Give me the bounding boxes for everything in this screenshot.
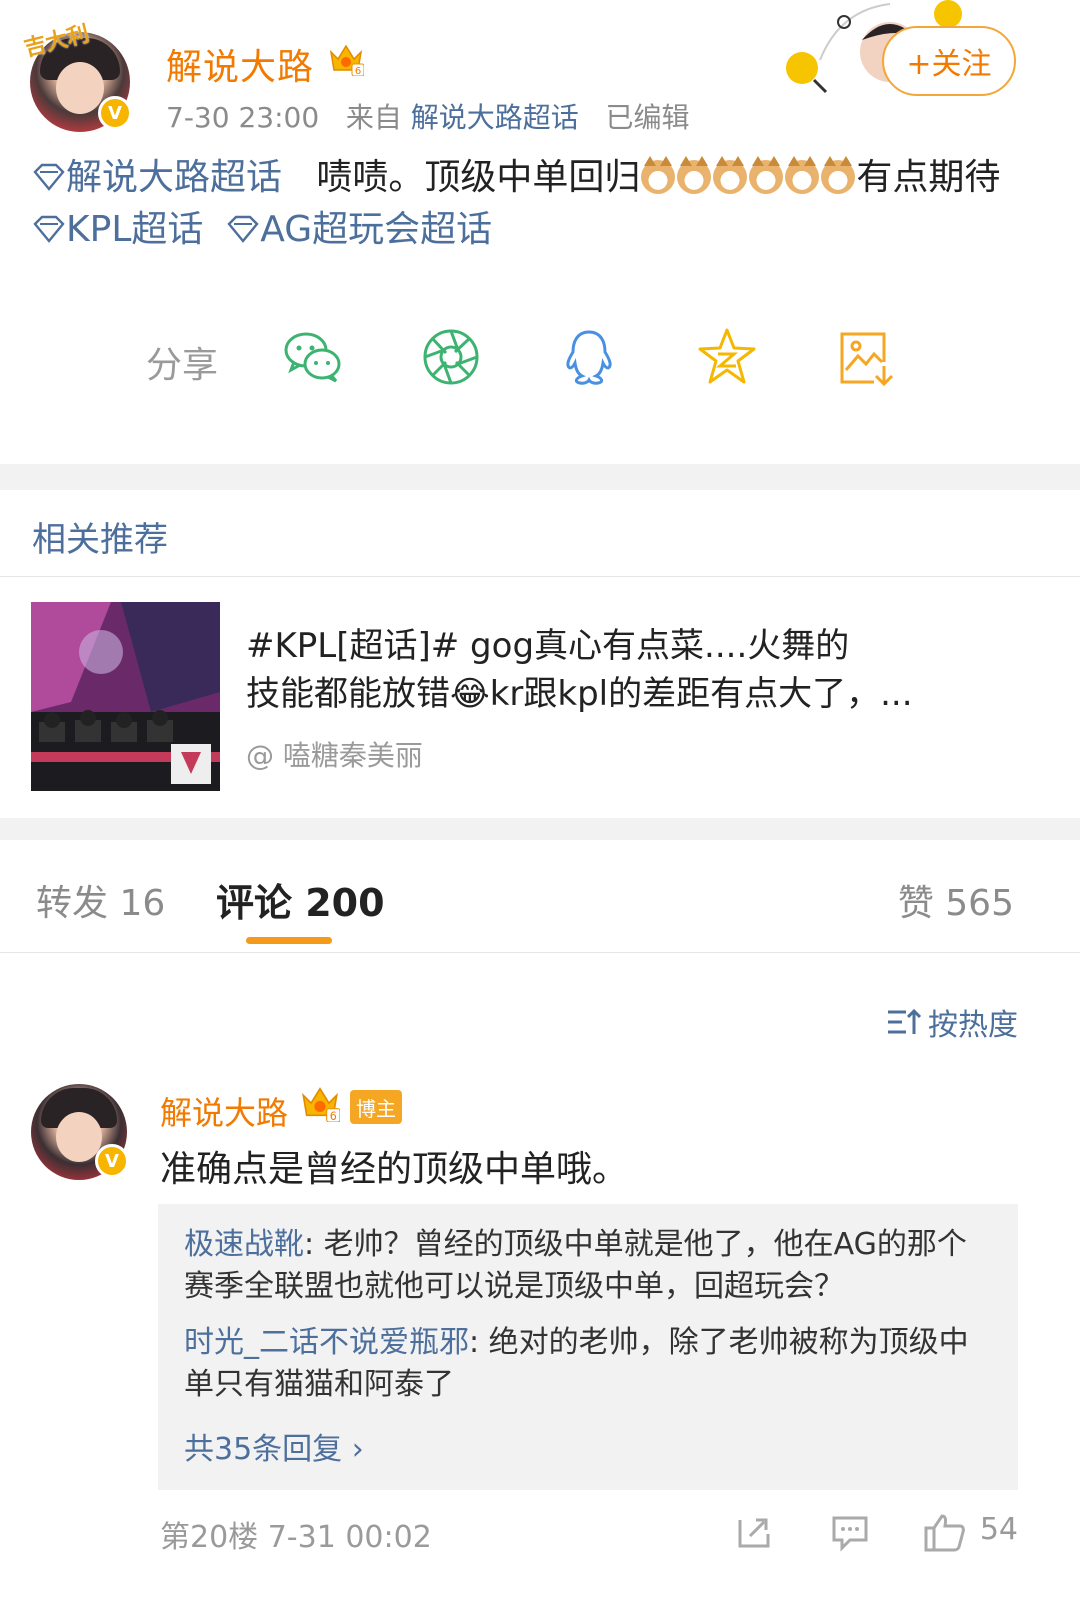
member-crown-icon[interactable]: 6: [300, 1082, 340, 1122]
cat-emoji-icon: [641, 156, 676, 194]
qzone-icon[interactable]: [696, 326, 758, 388]
related-thumbnail[interactable]: [31, 602, 220, 791]
like-count: 54: [979, 1512, 1018, 1547]
reply-item[interactable]: 极速战靴: 老帅？曾经的顶级中单就是他了，他在AG的那个赛季全联盟也就他可以说是…: [184, 1224, 994, 1308]
related-line-1: #KPL[超话]# gog真心有点菜....火舞的: [246, 626, 850, 666]
comment-icon[interactable]: [830, 1512, 870, 1552]
sort-label: 按热度: [928, 1008, 1018, 1043]
follow-button[interactable]: +关注: [882, 26, 1016, 96]
post-time: 7-30 23:00: [166, 101, 320, 134]
sort-icon: [888, 1008, 922, 1034]
like-icon[interactable]: [922, 1512, 966, 1552]
source-link[interactable]: 解说大路超话: [411, 101, 579, 134]
avatar-face: [56, 62, 104, 114]
wechat-icon[interactable]: [282, 326, 344, 388]
related-line-2: 技能都能放错😂kr跟kpl的差距有点大了，...: [246, 674, 913, 714]
topic-link-3[interactable]: AG超玩会超话: [226, 209, 492, 250]
source-label: 来自: [345, 101, 402, 134]
related-title: 相关推荐: [32, 520, 168, 560]
commenter-avatar[interactable]: V: [31, 1084, 129, 1180]
sort-by-hot-button[interactable]: 按热度: [886, 1000, 1018, 1044]
cat-emoji-icon: [749, 156, 784, 194]
share-label: 分享: [146, 345, 219, 386]
verified-icon: V: [98, 96, 132, 130]
qq-icon[interactable]: [558, 326, 620, 388]
post-text-2: 有点期待: [856, 157, 1001, 198]
repost-icon[interactable]: [734, 1512, 774, 1552]
member-crown-icon[interactable]: 6: [328, 40, 364, 76]
supertopic-diamond-icon: [33, 163, 65, 191]
active-tab-indicator: [246, 937, 332, 944]
supertopic-diamond-icon: [227, 215, 259, 243]
post-text-1: 啧啧。顶级中单回归: [316, 157, 641, 198]
host-badge: 博主: [350, 1090, 402, 1124]
cat-emoji-icon: [821, 156, 856, 194]
divider: [0, 576, 1080, 577]
tab-likes[interactable]: 赞 565: [898, 874, 1014, 926]
comment-floor-time: 第20楼 7-31 00:02: [160, 1520, 432, 1555]
author-name[interactable]: 解说大路: [166, 38, 314, 90]
topic-link-2[interactable]: KPL超话: [32, 209, 203, 250]
moments-icon[interactable]: [420, 326, 482, 388]
supertopic-diamond-icon: [33, 215, 65, 243]
post-content: 解说大路超话 啧啧。顶级中单回归 有点期待 KPL超话 AG超玩会超话: [32, 152, 1032, 256]
more-replies-link[interactable]: 共35条回复 ›: [184, 1424, 364, 1468]
post-meta: 7-30 23:00 来自 解说大路超话 已编辑: [166, 96, 690, 136]
cat-emoji-icon: [713, 156, 748, 194]
crown-level: 6: [330, 1110, 337, 1122]
related-post-text[interactable]: #KPL[超话]# gog真心有点菜....火舞的 技能都能放错😂kr跟kpl的…: [246, 622, 1026, 718]
edited-label: 已编辑: [605, 101, 690, 134]
author-avatar[interactable]: 吉大利 V: [22, 22, 132, 132]
reply-author[interactable]: 时光_二话不说爱瓶邪: [184, 1325, 469, 1360]
esports-stage-image: [31, 602, 220, 791]
section-gap: [0, 818, 1080, 840]
cat-emoji-icon: [785, 156, 820, 194]
tab-repost[interactable]: 转发 16: [36, 874, 165, 926]
reply-item[interactable]: 时光_二话不说爱瓶邪: 绝对的老帅，除了老帅被称为顶级中单只有猫猫和阿泰了: [184, 1322, 994, 1406]
commenter-name[interactable]: 解说大路: [160, 1088, 288, 1134]
reply-author[interactable]: 极速战靴: [184, 1227, 304, 1262]
reply-preview-box[interactable]: 极速战靴: 老帅？曾经的顶级中单就是他了，他在AG的那个赛季全联盟也就他可以说是…: [158, 1204, 1018, 1490]
divider: [0, 952, 1080, 953]
save-image-icon[interactable]: [834, 326, 896, 388]
topic-link-1[interactable]: 解说大路超话: [32, 157, 293, 198]
cat-emoji-icon: [677, 156, 712, 194]
crown-level: 6: [355, 66, 361, 76]
comment-text[interactable]: 准确点是曾经的顶级中单哦。: [160, 1140, 628, 1192]
related-author[interactable]: @ 嗑糖秦美丽: [246, 734, 423, 774]
section-gap: [0, 464, 1080, 490]
verified-icon: V: [95, 1144, 129, 1178]
tab-comments[interactable]: 评论 200: [216, 872, 385, 927]
